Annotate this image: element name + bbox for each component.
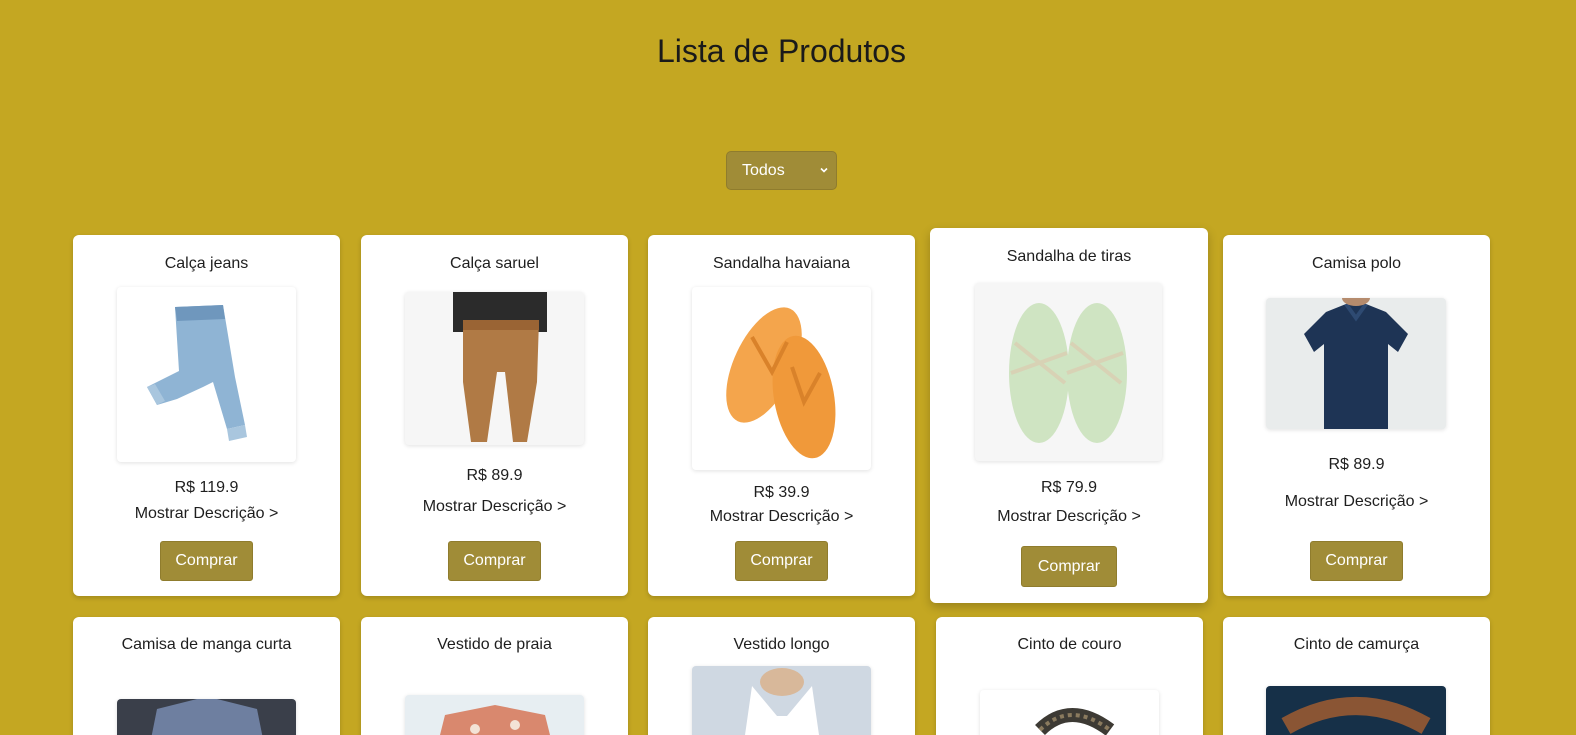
show-description-link[interactable]: Mostrar Descrição > — [648, 508, 915, 526]
product-name: Cinto de couro — [1017, 636, 1122, 653]
product-name: Vestido de praia — [437, 636, 552, 653]
product-name: Cinto de camurça — [1293, 636, 1420, 653]
show-description-link[interactable]: Mostrar Descrição > — [73, 505, 340, 523]
buy-button[interactable]: Comprar — [735, 541, 828, 581]
product-name: Camisa polo — [1312, 255, 1401, 272]
product-image — [692, 287, 871, 470]
product-price: R$ 119.9 — [174, 479, 239, 496]
product-price: R$ 89.9 — [1328, 456, 1385, 473]
product-price: R$ 89.9 — [466, 467, 523, 484]
filter-selected-value: Todos — [742, 161, 785, 179]
product-image — [405, 292, 584, 445]
product-card: Sandalha havaiana R$ 39.9 Mostrar Descri… — [648, 235, 915, 596]
page-title: Lista de Produtos — [656, 33, 907, 69]
product-card: Camisa polo R$ 89.9 Mostrar Descrição > … — [1223, 235, 1490, 596]
product-image — [980, 690, 1159, 735]
product-name: Sandalha de tiras — [1006, 248, 1132, 265]
product-image — [1266, 298, 1446, 429]
buy-button[interactable]: Comprar — [1021, 546, 1117, 587]
product-name: Calça saruel — [450, 255, 539, 272]
product-price: R$ 39.9 — [753, 484, 810, 501]
show-description-link[interactable]: Mostrar Descrição > — [361, 498, 628, 516]
product-name: Sandalha havaiana — [712, 255, 850, 272]
product-image — [405, 695, 584, 735]
product-image — [117, 287, 296, 462]
product-card: Vestido longo — [648, 617, 915, 735]
show-description-link[interactable]: Mostrar Descrição > — [930, 508, 1208, 526]
product-card: Calça saruel R$ 89.9 Mostrar Descrição >… — [361, 235, 628, 596]
product-name: Vestido longo — [733, 636, 830, 653]
product-price: R$ 79.9 — [1040, 479, 1098, 496]
product-card: Cinto de camurça — [1223, 617, 1490, 735]
product-card: Sandalha de tiras R$ 79.9 Mostrar Descri… — [930, 228, 1208, 603]
product-image — [117, 699, 296, 735]
chevron-down-icon — [820, 167, 828, 173]
product-name: Camisa de manga curta — [121, 636, 292, 653]
product-card: Vestido de praia — [361, 617, 628, 735]
show-description-link[interactable]: Mostrar Descrição > — [1223, 493, 1490, 511]
product-name: Calça jeans — [164, 255, 249, 272]
product-image — [1266, 686, 1446, 735]
product-card: Calça jeans R$ 119.9 Mostrar Descrição >… — [73, 235, 340, 596]
product-image — [975, 283, 1162, 461]
product-image — [692, 666, 871, 735]
product-card: Camisa de manga curta — [73, 617, 340, 735]
product-card: Cinto de couro — [936, 617, 1203, 735]
buy-button[interactable]: Comprar — [448, 541, 541, 581]
category-filter-select[interactable]: Todos — [726, 151, 837, 190]
buy-button[interactable]: Comprar — [1310, 541, 1403, 581]
buy-button[interactable]: Comprar — [160, 541, 253, 581]
